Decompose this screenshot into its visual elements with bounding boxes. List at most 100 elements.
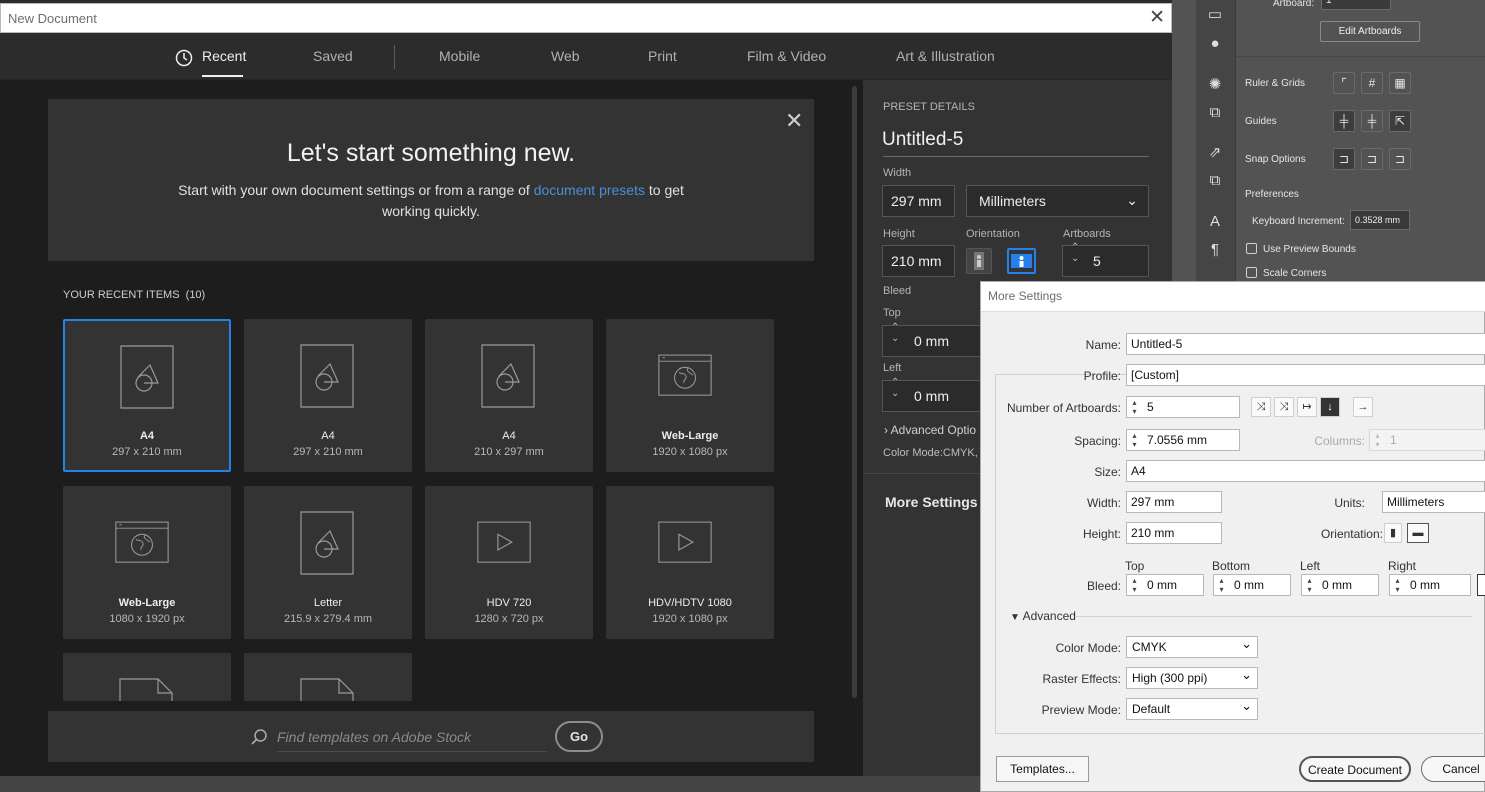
document-icon [120, 345, 174, 409]
advanced-options-toggle[interactable]: › Advanced Optio [884, 423, 976, 437]
artboards-label: Artboards [1063, 228, 1111, 240]
tab-saved[interactable]: Saved [313, 48, 353, 64]
more-settings-link[interactable]: More Settings [885, 494, 978, 510]
scrollbar[interactable] [852, 86, 857, 698]
layout-direction-icon[interactable]: → [1353, 397, 1373, 417]
stepper-icon[interactable]: ⌃ ⌄ [891, 377, 899, 399]
tab-recent[interactable]: Recent [202, 48, 246, 64]
raster-effects-select[interactable]: High (300 ppi) [1126, 665, 1258, 689]
scale-corners-checkbox[interactable] [1246, 267, 1257, 278]
show-guides-icon[interactable]: ╪ [1333, 110, 1355, 132]
recent-item-card-partial[interactable] [63, 653, 231, 701]
units-select[interactable]: Millimeters [1382, 491, 1485, 513]
tab-print[interactable]: Print [648, 48, 677, 64]
grid-by-column-icon[interactable]: ⤨ [1274, 397, 1294, 417]
tab-film-video[interactable]: Film & Video [747, 48, 826, 64]
stepper-icon[interactable]: ▴ ▾ [1392, 576, 1403, 594]
artboards-input[interactable]: ⌃ ⌄ 5 [1062, 242, 1149, 277]
recent-item-card[interactable]: A4 210 x 297 mm [425, 319, 593, 472]
stepper-icon[interactable]: ⌃ ⌄ [1071, 242, 1079, 264]
bleed-bottom-label: Bottom [1212, 559, 1251, 573]
stepper-icon[interactable]: ▴ ▾ [1216, 576, 1227, 594]
bleed-top-input[interactable]: ⌃ ⌄ 0 mm [882, 322, 982, 357]
go-button[interactable]: Go [555, 721, 603, 752]
size-select[interactable]: A4 [1126, 460, 1485, 482]
recent-item-card-partial[interactable] [244, 653, 412, 701]
artboard-select[interactable]: 1 [1321, 0, 1391, 10]
artboards-icon[interactable]: ⧉ [1205, 171, 1225, 191]
cancel-button[interactable]: Cancel [1421, 756, 1485, 782]
bleed-left-input[interactable]: ⌃ ⌄ 0 mm [882, 377, 982, 412]
bleed-top-value: 0 mm [914, 333, 949, 349]
graphic-styles-icon[interactable]: ⧉ [1205, 103, 1225, 123]
divider [1076, 616, 1472, 617]
preview-mode-label: Preview Mode: [1041, 703, 1121, 717]
units-select[interactable]: Millimeters ⌄ [966, 185, 1149, 217]
stepper-icon[interactable]: ⌃ ⌄ [891, 322, 899, 344]
recent-item-card[interactable]: Letter 215.9 x 279.4 mm [244, 486, 412, 639]
gradient-icon[interactable]: ▭ [1205, 5, 1225, 25]
recent-item-card[interactable]: HDV/HDTV 1080 1920 x 1080 px [606, 486, 774, 639]
ruler-icon[interactable]: ⌜ [1333, 72, 1355, 94]
landscape-orientation-button[interactable]: ▬ [1407, 523, 1429, 543]
snap-to-grid-icon[interactable]: ⊐ [1361, 148, 1383, 170]
snap-to-pixel-icon[interactable]: ⊐ [1389, 148, 1411, 170]
character-icon[interactable]: A [1205, 212, 1225, 232]
width-input[interactable]: 297 mm [882, 185, 955, 217]
name-input[interactable]: Untitled-5 [1126, 333, 1485, 355]
document-presets-link[interactable]: document presets [534, 182, 645, 198]
arrange-by-row-icon[interactable]: ↦ [1297, 397, 1317, 417]
transparency-icon[interactable]: ● [1205, 34, 1225, 54]
snap-to-point-icon[interactable]: ⊐ [1333, 148, 1355, 170]
stepper-icon[interactable]: ▴ ▾ [1129, 431, 1140, 449]
recent-item-card[interactable]: A4 297 x 210 mm [244, 319, 412, 472]
preset-name[interactable]: Untitled-5 [882, 129, 963, 151]
export-icon[interactable]: ⇗ [1205, 143, 1225, 163]
create-document-button[interactable]: Create Document [1299, 756, 1411, 782]
grid-by-row-icon[interactable]: ⤨ [1251, 397, 1271, 417]
recent-item-size: 1920 x 1080 px [652, 446, 728, 458]
recent-item-card[interactable]: HDV 720 1280 x 720 px [425, 486, 593, 639]
recent-item-size: 1080 x 1920 px [109, 613, 185, 625]
arrange-by-column-icon[interactable]: ↓ [1320, 397, 1340, 417]
stock-search-input[interactable]: Find templates on Adobe Stock [277, 729, 471, 745]
advanced-toggle[interactable]: ▼ Advanced [1010, 609, 1076, 623]
welcome-banner: Let's start something new. Start with yo… [48, 99, 814, 261]
lock-guides-icon[interactable]: ╪ [1361, 110, 1383, 132]
smart-guides-icon[interactable]: ⇱ [1389, 110, 1411, 132]
height-input[interactable]: 210 mm [1126, 522, 1222, 544]
profile-select[interactable]: [Custom] [1126, 364, 1485, 386]
stepper-icon[interactable]: ▴ ▾ [1304, 576, 1315, 594]
number-of-artboards-input[interactable]: 5 [1126, 396, 1240, 418]
recent-item-card[interactable]: Web-Large 1920 x 1080 px [606, 319, 774, 472]
recent-item-card[interactable]: A4 297 x 210 mm [63, 319, 231, 472]
recent-item-card[interactable]: Web-Large 1080 x 1920 px [63, 486, 231, 639]
portrait-orientation-button[interactable]: ▮ [1384, 523, 1402, 543]
keyboard-increment-input[interactable]: 0.3528 mm [1350, 210, 1410, 230]
preview-mode-select[interactable]: Default [1126, 696, 1258, 720]
recent-item-size: 1280 x 720 px [474, 613, 544, 625]
recent-items-count: (10) [185, 289, 206, 301]
link-bleed-button[interactable] [1477, 574, 1485, 596]
width-input[interactable]: 297 mm [1126, 491, 1222, 513]
tab-mobile[interactable]: Mobile [439, 48, 480, 64]
appearance-icon[interactable]: ✺ [1205, 75, 1225, 95]
stepper-icon[interactable]: ▴ ▾ [1129, 398, 1140, 416]
spacing-input[interactable]: 7.0556 mm [1126, 429, 1240, 451]
paragraph-icon[interactable]: ¶ [1205, 240, 1225, 260]
transparency-grid-icon[interactable]: ▦ [1389, 72, 1411, 94]
color-mode-select[interactable]: CMYK [1126, 634, 1258, 658]
close-banner-icon[interactable]: ✕ [785, 108, 803, 134]
landscape-orientation-button[interactable] [1007, 248, 1036, 274]
tab-art-illustration[interactable]: Art & Illustration [896, 48, 995, 64]
use-preview-bounds-checkbox[interactable] [1246, 243, 1257, 254]
stepper-icon[interactable]: ▴ ▾ [1129, 576, 1140, 594]
profile-label: Profile: [1083, 369, 1121, 383]
grid-icon[interactable]: # [1361, 72, 1383, 94]
close-icon[interactable]: ✕ [1149, 7, 1165, 29]
templates-button[interactable]: Templates... [996, 756, 1089, 782]
tab-web[interactable]: Web [551, 48, 580, 64]
height-input[interactable]: 210 mm [882, 245, 955, 277]
portrait-orientation-button[interactable] [966, 248, 992, 274]
edit-artboards-button[interactable]: Edit Artboards [1320, 21, 1420, 42]
